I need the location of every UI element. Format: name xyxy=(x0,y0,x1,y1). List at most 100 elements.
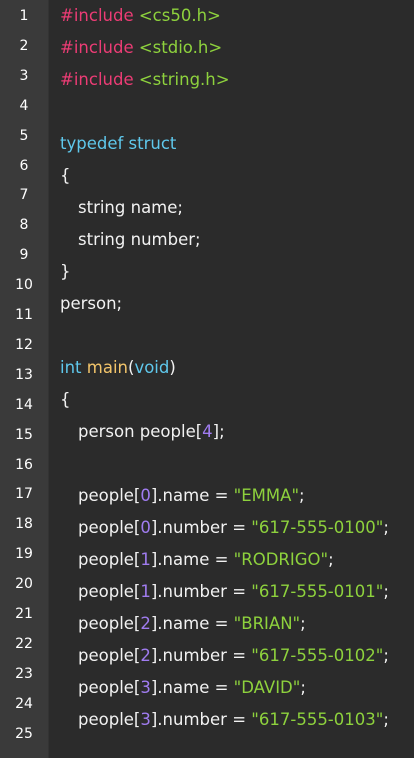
code-token: 3 xyxy=(140,678,151,697)
line-number-gutter: 1 2 3 4 5 6 7 8 9 10 11 12 13 14 15 16 17 18 19 20 21 22 23 24 2… xyxy=(0,0,49,758)
code-token: main xyxy=(86,358,128,377)
code-line[interactable]: #include <cs50.h> xyxy=(60,3,221,29)
code-line[interactable]: people[2].number = "617-555-0102"; xyxy=(60,643,389,669)
code-line[interactable]: { xyxy=(60,163,71,189)
code-line[interactable]: people[3].number = "617-555-0103"; xyxy=(60,707,389,733)
line-number: 20 xyxy=(15,576,33,593)
code-token: people[ xyxy=(78,614,141,633)
code-editor[interactable]: 1 2 3 4 5 6 7 8 9 10 11 12 13 14 15 16 17 18 19 20 21 22 23 24 2… xyxy=(0,0,414,758)
code-token: string name; xyxy=(78,198,183,217)
code-token: 2 xyxy=(140,646,151,665)
line-number: 13 xyxy=(15,366,33,383)
code-line[interactable]: typedef struct xyxy=(60,131,176,157)
code-line[interactable]: { xyxy=(60,387,71,413)
code-token: ].name = xyxy=(150,486,234,505)
line-number: 4 xyxy=(19,97,29,114)
line-number: 9 xyxy=(19,247,29,264)
code-token: people[ xyxy=(78,486,141,505)
line-number: 16 xyxy=(15,456,33,473)
code-token: people[ xyxy=(78,646,141,665)
line-number: 6 xyxy=(19,157,29,174)
code-token: ].number = xyxy=(150,518,252,537)
code-token: person; xyxy=(60,294,123,313)
line-number: 21 xyxy=(15,606,33,622)
line-number: 23 xyxy=(15,665,33,682)
code-token: typedef struct xyxy=(60,134,177,153)
code-token: ].number = xyxy=(150,646,252,665)
code-token: { xyxy=(60,166,71,185)
line-number: 11 xyxy=(15,307,33,323)
code-token: #include xyxy=(60,70,134,89)
code-token: 0 xyxy=(140,486,151,505)
code-token: { xyxy=(60,390,71,409)
code-line[interactable]: people[0].name = "EMMA"; xyxy=(60,483,305,509)
code-line[interactable]: #include <string.h> xyxy=(60,67,230,93)
code-token: people[ xyxy=(78,550,141,569)
code-line[interactable]: int main(void) xyxy=(60,355,176,381)
code-token: people[ xyxy=(78,678,141,697)
code-line[interactable]: person people[4]; xyxy=(60,419,225,445)
code-line[interactable]: people[3].name = "DAVID"; xyxy=(60,675,306,701)
code-line[interactable]: people[1].number = "617-555-0101"; xyxy=(60,579,389,605)
line-number: 22 xyxy=(15,635,33,652)
code-line[interactable]: people[0].number = "617-555-0100"; xyxy=(60,515,389,541)
code-token: ; xyxy=(383,582,389,601)
code-token: ; xyxy=(328,550,334,569)
line-number: 10 xyxy=(15,277,33,294)
code-token: "DAVID" xyxy=(233,678,301,697)
code-token: ].name = xyxy=(150,678,234,697)
code-token: void xyxy=(134,358,170,377)
code-token: } xyxy=(60,262,71,281)
code-token: people[ xyxy=(78,710,141,729)
code-token: ].number = xyxy=(150,710,252,729)
line-number: 7 xyxy=(19,187,29,204)
code-token: "617-555-0100" xyxy=(251,518,384,537)
code-token: ; xyxy=(299,486,305,505)
code-token: "617-555-0102" xyxy=(251,646,384,665)
code-token: ; xyxy=(300,678,306,697)
code-token: person people[ xyxy=(78,422,203,441)
code-token: people[ xyxy=(78,582,141,601)
code-token: ].name = xyxy=(150,550,234,569)
code-token: ]; xyxy=(212,422,225,441)
code-line[interactable]: person; xyxy=(60,291,122,317)
code-line[interactable]: people[2].name = "BRIAN"; xyxy=(60,611,306,637)
code-token: "BRIAN" xyxy=(233,614,301,633)
code-token: people[ xyxy=(78,518,141,537)
code-token: 1 xyxy=(140,582,151,601)
code-token: <stdio.h> xyxy=(138,38,223,57)
code-token: 1 xyxy=(140,550,151,569)
code-token: "RODRIGO" xyxy=(233,550,329,569)
code-token: ].number = xyxy=(150,582,252,601)
line-number: 17 xyxy=(15,486,33,503)
line-number: 1 xyxy=(19,8,29,24)
code-line[interactable]: people[1].name = "RODRIGO"; xyxy=(60,547,334,573)
line-number: 15 xyxy=(15,426,33,443)
code-token: ; xyxy=(300,614,306,633)
code-line[interactable]: string name; xyxy=(60,195,183,221)
line-number: 5 xyxy=(19,127,29,144)
code-line[interactable]: string number; xyxy=(60,227,201,253)
code-token: <string.h> xyxy=(138,70,230,89)
code-token: ) xyxy=(169,358,176,377)
code-token: 2 xyxy=(140,614,151,633)
code-token: #include xyxy=(60,38,134,57)
line-number: 25 xyxy=(15,725,33,742)
code-token: "EMMA" xyxy=(233,486,300,505)
code-line[interactable]: } xyxy=(60,259,71,285)
line-number: 2 xyxy=(19,37,29,54)
line-number: 18 xyxy=(15,516,33,533)
code-token: ; xyxy=(383,518,389,537)
code-token: string number; xyxy=(78,230,201,249)
code-token: 0 xyxy=(140,518,151,537)
code-token: ].name = xyxy=(150,614,234,633)
line-number: 12 xyxy=(15,336,33,353)
code-token: "617-555-0103" xyxy=(251,710,384,729)
code-line[interactable]: #include <stdio.h> xyxy=(60,35,222,61)
code-token: 4 xyxy=(202,422,213,441)
code-token: <cs50.h> xyxy=(138,6,221,25)
line-number: 8 xyxy=(19,217,29,234)
code-token: int xyxy=(60,358,82,377)
line-number: 3 xyxy=(19,67,29,84)
line-number: 24 xyxy=(15,695,33,712)
